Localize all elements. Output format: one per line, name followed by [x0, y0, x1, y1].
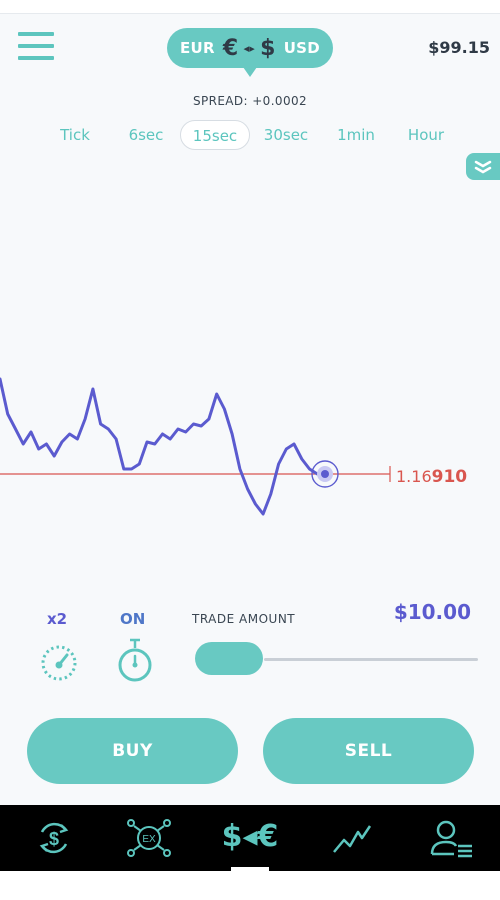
nav-trade[interactable]: $◂€ — [200, 805, 300, 871]
quote-currency-label: USD — [283, 39, 321, 57]
tab-30sec[interactable]: 30sec — [256, 120, 316, 150]
price-prefix: 1.16 — [396, 467, 432, 486]
timeframe-tabs: Tick 6sec 15sec 30sec 1min Hour — [0, 120, 500, 152]
user-list-icon — [430, 820, 472, 858]
line-chart-icon — [333, 825, 372, 853]
bottom-navigation: $ EX $◂€ — [0, 805, 500, 871]
timer-value: ON — [120, 610, 146, 628]
stopwatch-icon — [118, 638, 152, 682]
tab-hour[interactable]: Hour — [396, 120, 456, 150]
tab-tick[interactable]: Tick — [48, 120, 102, 150]
collapse-panel-button[interactable] — [466, 153, 500, 180]
exchange-network-icon: EX — [127, 819, 171, 857]
timer-button[interactable] — [116, 636, 154, 684]
price-series-line — [0, 377, 327, 516]
tab-15sec[interactable]: 15sec — [180, 120, 250, 150]
tab-1min[interactable]: 1min — [328, 120, 384, 150]
euro-icon: € — [222, 35, 239, 61]
buy-button[interactable]: BUY — [27, 718, 238, 784]
trade-amount-title: TRADE AMOUNT — [192, 612, 296, 626]
trade-amount-value: $10.00 — [393, 600, 471, 624]
currency-exchange-icon: $◂€ — [221, 819, 279, 854]
status-strip — [0, 0, 500, 14]
swap-arrows-icon: ◂▸ — [243, 41, 256, 55]
nav-charts[interactable] — [312, 805, 392, 871]
nav-account[interactable]: $ — [14, 805, 94, 871]
base-currency-label: EUR — [179, 39, 215, 57]
trade-amount-slider-track[interactable] — [264, 658, 478, 661]
nav-exchange[interactable]: EX — [106, 805, 186, 871]
svg-text:$: $ — [49, 829, 59, 849]
nav-profile[interactable] — [408, 805, 488, 871]
svg-text:EX: EX — [142, 834, 156, 845]
double-chevron-down-icon — [474, 160, 492, 174]
dollar-icon: $ — [260, 35, 276, 61]
spread-label: SPREAD: +0.0002 — [192, 94, 308, 108]
multiplier-button[interactable] — [39, 643, 79, 683]
multiplier-value: x2 — [47, 610, 68, 628]
trade-amount-slider-handle[interactable] — [195, 642, 263, 675]
currency-pair-selector[interactable]: EUR € ◂▸ $ USD — [167, 28, 333, 77]
price-suffix: 910 — [431, 467, 468, 487]
hamburger-menu-icon[interactable] — [18, 32, 56, 64]
dollar-cycle-icon: $ — [39, 822, 69, 854]
tab-6sec[interactable]: 6sec — [118, 120, 174, 150]
gauge-icon — [41, 645, 77, 681]
sell-button[interactable]: SELL — [263, 718, 474, 784]
current-price-label: 1.16910 — [396, 467, 467, 487]
bottom-safe-area — [0, 871, 500, 900]
account-balance: $99.15 — [428, 38, 490, 57]
price-chart — [0, 377, 391, 516]
